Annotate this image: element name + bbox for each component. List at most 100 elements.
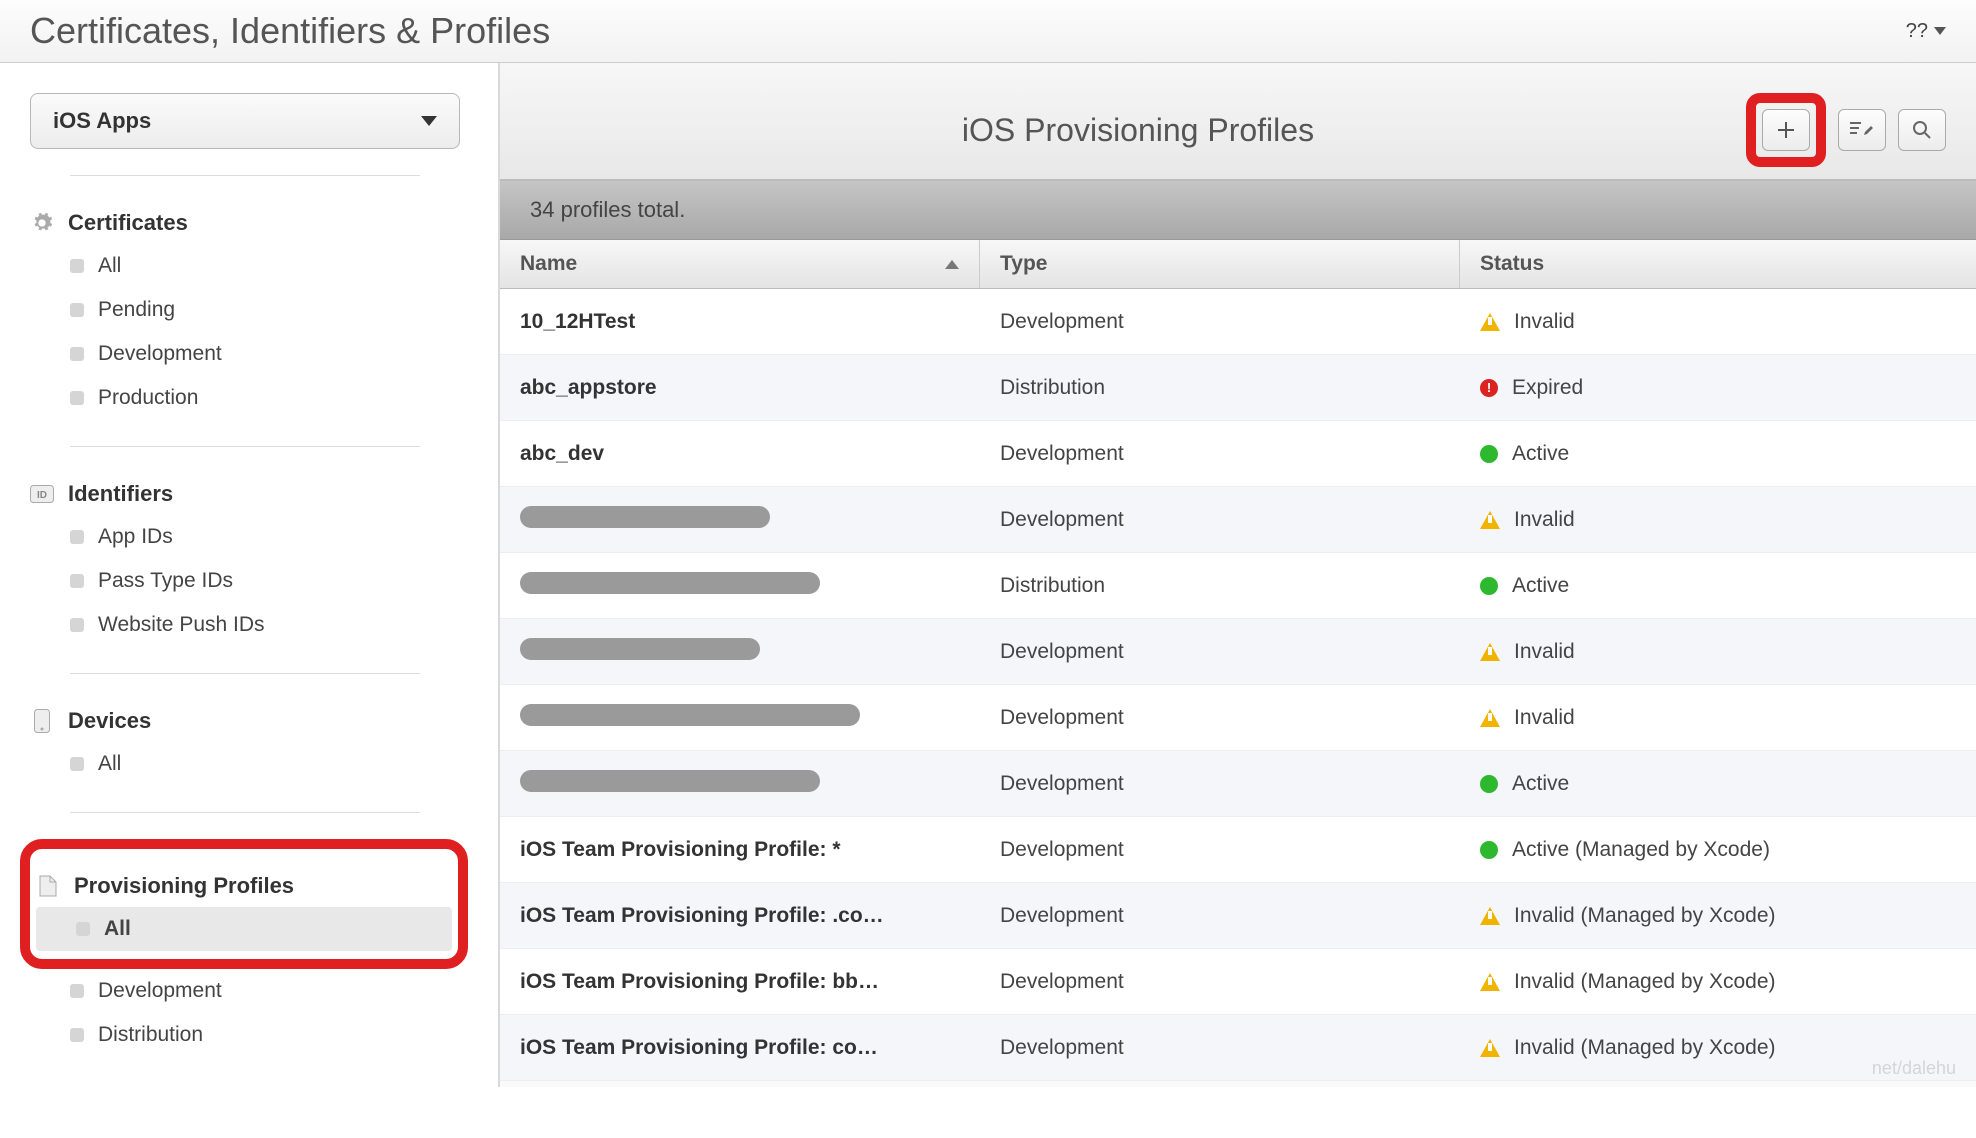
sidebar-item-profiles-development[interactable]: Development [30,969,468,1013]
table-row[interactable]: DistributionActive [500,553,1976,619]
chevron-down-icon [1934,27,1946,35]
nav-section-provisioning: Provisioning Profiles All [36,865,452,951]
status-warning-icon [1480,313,1500,331]
sort-asc-icon [945,260,959,269]
sidebar: iOS Apps Certificates All Pending Develo… [0,63,500,1087]
sidebar-item-app-ids[interactable]: App IDs [30,515,468,559]
bullet-icon [70,1028,84,1042]
sidebar-item-devices-all[interactable]: All [30,742,468,786]
status-active-icon [1480,841,1498,859]
table-row[interactable]: Development Invalid [500,619,1976,685]
cell-type: Development [980,1020,1460,1076]
sidebar-item-pass-type-ids[interactable]: Pass Type IDs [30,559,468,603]
redacted-name [520,506,770,528]
column-label: Status [1480,252,1544,276]
sidebar-item-profiles-distribution[interactable]: Distribution [30,1013,468,1057]
page-header: Certificates, Identifiers & Profiles ?? [0,0,1976,63]
nav-heading-label: Identifiers [68,481,173,507]
nav-heading-devices[interactable]: Devices [30,700,468,742]
cell-name: 10_12HTest [500,294,980,350]
status-text: Invalid [1514,508,1575,532]
table-row[interactable]: 10_12HTestDevelopmentInvalid [500,289,1976,355]
page-title: Certificates, Identifiers & Profiles [30,10,550,52]
cell-name: abc_dev [500,426,980,482]
cell-type: Development [980,294,1460,350]
nav-heading-provisioning[interactable]: Provisioning Profiles [36,865,452,907]
cell-name: iOS Team Provisioning Profile: * [500,822,980,878]
edit-button[interactable] [1838,109,1886,151]
sidebar-item-label: Development [98,342,222,366]
highlight-add-button [1746,93,1826,167]
bullet-icon [76,922,90,936]
table-body: 10_12HTestDevelopmentInvalidabc_appstore… [500,289,1976,1081]
column-label: Name [520,252,577,276]
status-warning-icon [1480,511,1500,529]
cell-type: Development [980,954,1460,1010]
sidebar-item-label: Pending [98,298,175,322]
cell-name [500,556,980,616]
sidebar-item-label: Production [98,386,198,410]
cell-name [500,754,980,814]
nav-heading-identifiers[interactable]: ID Identifiers [30,473,468,515]
sidebar-item-cert-all[interactable]: All [30,244,468,288]
watermark: net/dalehu [1872,1058,1956,1079]
table-row[interactable]: DevelopmentInvalid [500,685,1976,751]
cell-type: Development [980,426,1460,482]
device-icon [30,709,54,733]
column-header-status[interactable]: Status [1460,240,1976,288]
table-row[interactable]: iOS Team Provisioning Profile: bb…Develo… [500,949,1976,1015]
cell-status: Active [1460,756,1976,812]
redacted-name [520,572,820,594]
table-header: Name Type Status [500,240,1976,289]
cell-status: Invalid [1460,624,1976,680]
sidebar-item-cert-production[interactable]: Production [30,376,468,420]
column-header-name[interactable]: Name [500,240,980,288]
sidebar-item-website-push-ids[interactable]: Website Push IDs [30,603,468,647]
plus-icon [1776,120,1796,140]
cell-name: iOS Team Provisioning Profile: bb… [500,954,980,1010]
status-text: Invalid (Managed by Xcode) [1514,970,1776,994]
platform-select[interactable]: iOS Apps [30,93,460,149]
bullet-icon [70,574,84,588]
cell-type: Development [980,624,1460,680]
profile-name: iOS Team Provisioning Profile: .co… [520,904,884,927]
sidebar-item-label: All [104,917,131,941]
add-button[interactable] [1762,109,1810,151]
table-row[interactable]: iOS Team Provisioning Profile: co…Develo… [500,1015,1976,1081]
column-header-type[interactable]: Type [980,240,1460,288]
cell-type: Development [980,756,1460,812]
cell-status: !Expired [1460,360,1976,416]
cell-name [500,688,980,748]
sidebar-item-label: Distribution [98,1023,203,1047]
sidebar-item-label: All [98,752,121,776]
sidebar-item-label: Pass Type IDs [98,569,233,593]
cell-name: iOS Team Provisioning Profile: co… [500,1020,980,1076]
status-active-icon [1480,775,1498,793]
cell-name: abc_appstore [500,360,980,416]
status-text: Invalid [1514,640,1575,664]
toolbar [1746,93,1946,167]
bullet-icon [70,530,84,544]
sidebar-item-profiles-all[interactable]: All [36,907,452,951]
redacted-name [520,770,820,792]
table-row[interactable]: DevelopmentInvalid [500,487,1976,553]
table-row[interactable]: abc_appstoreDistribution!Expired [500,355,1976,421]
main-header: iOS Provisioning Profiles [500,63,1976,180]
search-button[interactable] [1898,109,1946,151]
sidebar-item-cert-pending[interactable]: Pending [30,288,468,332]
cell-status: Invalid (Managed by Xcode) [1460,954,1976,1010]
table-row[interactable]: iOS Team Provisioning Profile: .co…Devel… [500,883,1976,949]
chevron-down-icon [421,116,437,126]
nav-heading-label: Provisioning Profiles [74,873,294,899]
main-title: iOS Provisioning Profiles [530,112,1746,149]
sidebar-item-cert-development[interactable]: Development [30,332,468,376]
cell-name: iOS Team Provisioning Profile: .co… [500,888,980,944]
sidebar-item-label: All [98,254,121,278]
status-warning-icon [1480,643,1500,661]
bullet-icon [70,259,84,273]
table-row[interactable]: iOS Team Provisioning Profile: *Developm… [500,817,1976,883]
table-row[interactable]: abc_devDevelopmentActive [500,421,1976,487]
user-menu[interactable]: ?? [1906,20,1946,43]
table-row[interactable]: DevelopmentActive [500,751,1976,817]
nav-heading-certificates[interactable]: Certificates [30,202,468,244]
